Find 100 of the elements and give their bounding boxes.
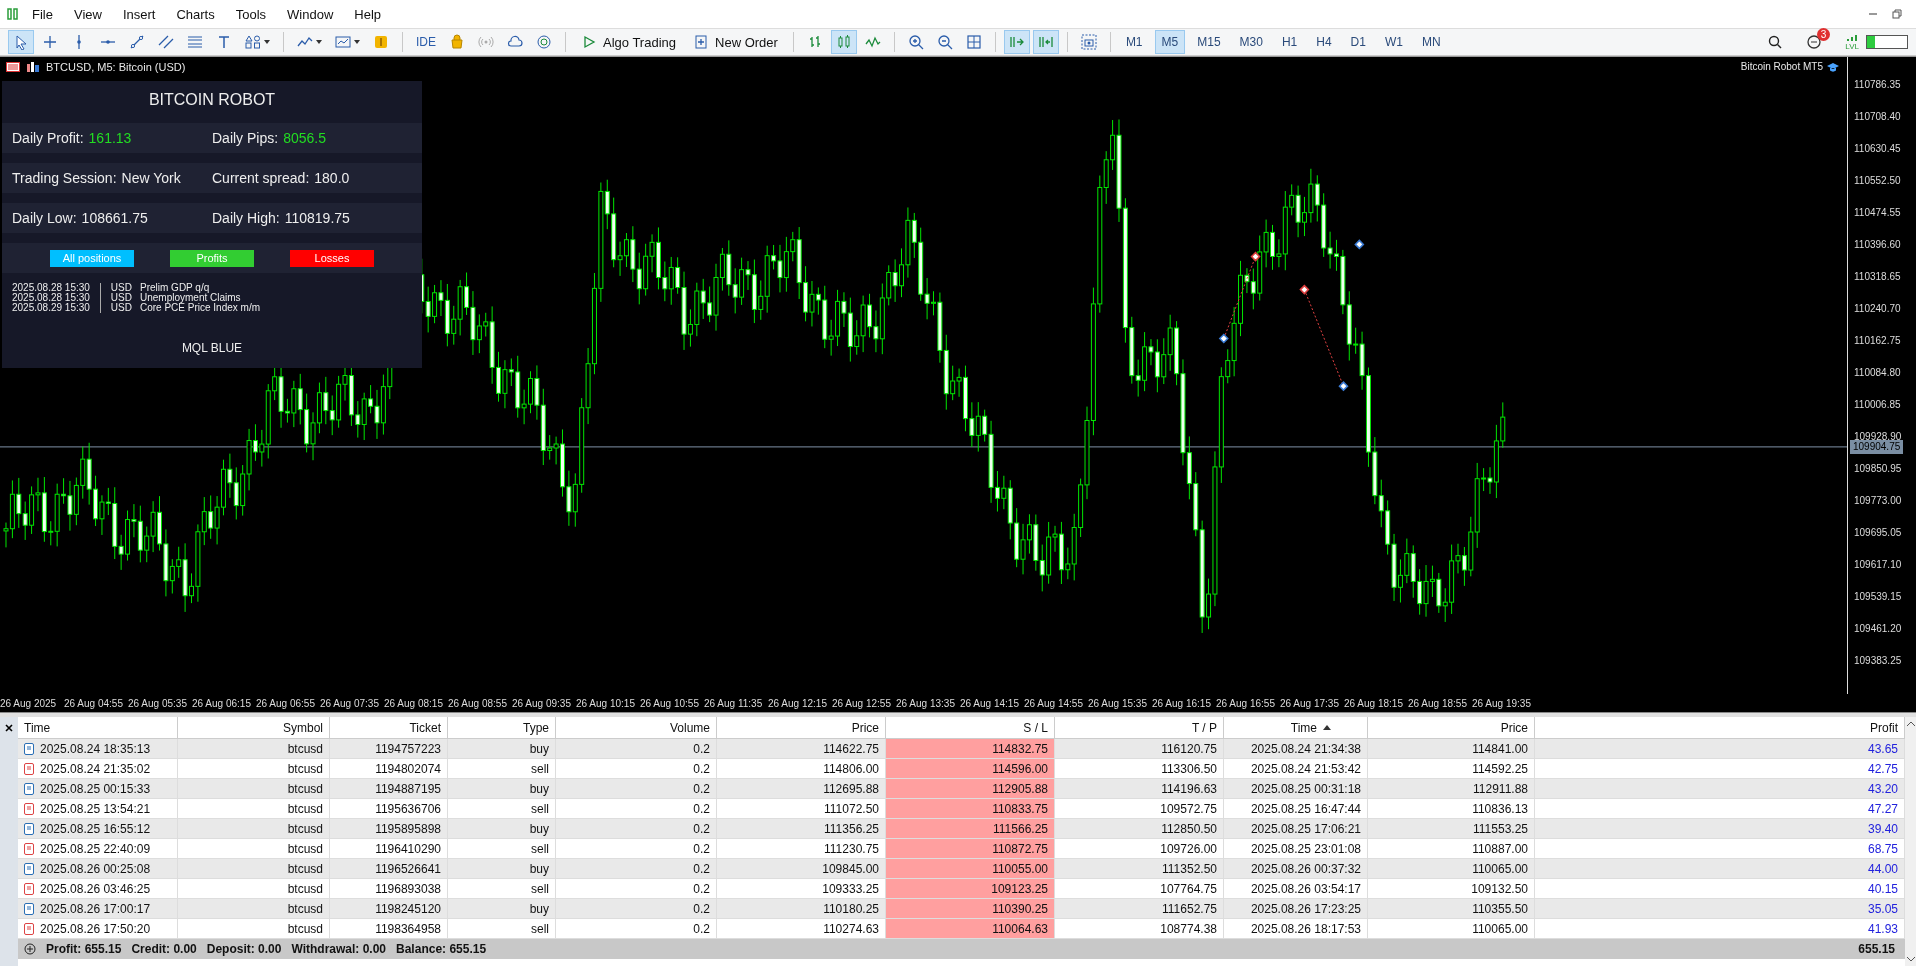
table-row[interactable]: 2025.08.26 17:00:17 btcusd 1198245120 buy 0.2 110180.25 110390.25 111652.75 2025.08.26 17:23:25 110355.50 35.05 [18,899,1905,919]
summary-item: Deposit: 0.00 [206,942,282,956]
close-icon[interactable] [4,723,14,733]
order-icon [24,822,34,835]
price-label: 110318.65 [1853,270,1902,284]
table-cell: 1194757223 [330,739,448,759]
price-label: 110006.85 [1853,398,1902,412]
table-cell: 44.00 [1535,859,1905,879]
ide-button[interactable]: IDE [411,30,441,54]
table-cell: buy [448,859,556,879]
time-label: 26 Aug 16:55 [1216,697,1276,709]
price-label: 110240.70 [1853,302,1902,316]
time-label: 26 Aug 04:55 [64,697,124,709]
time-label: 26 Aug 11:35 [704,697,764,709]
menu-item[interactable]: Window [287,4,334,24]
time-label: 26 Aug 08:15 [384,697,444,709]
menu-item[interactable]: Charts [176,4,215,24]
table-cell: 114622.75 [717,739,886,759]
table-cell: 2025.08.24 21:34:38 [1224,739,1368,759]
table-cell: 2025.08.25 00:15:33 [40,781,151,796]
time-label: 26 Aug 14:15 [960,697,1020,709]
news-time: 2025.08.28 15:30 [12,283,90,293]
menu-item[interactable]: File [32,4,53,24]
table-cell: 2025.08.26 17:00:17 [40,901,151,916]
menu-item[interactable]: Insert [122,4,156,24]
timeframe-button[interactable]: M1 [1118,30,1150,54]
timeframe-button[interactable]: M15 [1190,30,1228,54]
shift-tool-icon[interactable] [1032,30,1059,54]
menu-item[interactable]: Help [354,4,382,24]
candles-tool-icon[interactable] [830,30,857,54]
info-label: Daily Low: [12,210,77,226]
table-cell: 2025.08.26 00:25:08 [40,861,151,876]
scroll-up-icon[interactable] [1906,721,1915,726]
table-cell: 0.2 [556,739,717,759]
timeframe-button[interactable]: MN [1414,30,1448,54]
table-cell: 110355.50 [1368,899,1535,919]
news-event: Core PCE Price Index m/m [140,303,261,313]
new-order-button[interactable]: New Order [686,30,785,54]
list-icon[interactable] [6,62,20,72]
table-row[interactable]: 2025.08.26 00:25:08 btcusd 1196526641 buy 0.2 109845.00 110055.00 111352.50 2025.08.26 00:37:32 110065.00 44.00 [18,859,1905,879]
table-row[interactable]: 2025.08.25 00:15:33 btcusd 1194887195 buy 0.2 112695.88 112905.88 114196.63 2025.08.25 00:31:18 112911.88 43.20 [18,779,1905,799]
menu-item[interactable]: Tools [235,4,267,24]
timeframe-button[interactable]: H4 [1309,30,1339,54]
table-cell: buy [448,779,556,799]
table-cell: 35.05 [1535,899,1905,919]
price-label: 110162.75 [1853,334,1902,348]
order-icon [24,802,34,815]
graduation-cap-icon [1827,61,1839,72]
table-row[interactable]: 2025.08.24 18:35:13 btcusd 1194757223 buy 0.2 114622.75 114832.75 116120.75 2025.08.24 21:34:38 114841.00 43.65 [18,739,1905,759]
table-cell: 111553.25 [1368,819,1535,839]
price-label: 110474.55 [1853,206,1902,220]
restore-icon[interactable] [1892,9,1902,19]
time-label: 26 Aug 13:35 [896,697,956,709]
filter-button[interactable]: Losses [290,249,374,267]
table-cell: 111566.25 [886,819,1055,839]
table-cell: 110390.25 [886,899,1055,919]
info-label: Current spread: [212,170,310,186]
table-cell: 43.20 [1535,779,1905,799]
panel-title: BITCOIN ROBOT [147,90,277,110]
timeframe-button[interactable]: D1 [1343,30,1373,54]
table-cell: 0.2 [556,899,717,919]
table-cell: 110064.63 [886,919,1055,939]
table-cell: 111352.50 [1055,859,1224,879]
timeframe-button[interactable]: W1 [1377,30,1410,54]
time-label: 26 Aug 10:15 [576,697,636,709]
time-label: 26 Aug 18:55 [1408,697,1468,709]
table-cell: 2025.08.26 03:46:25 [40,881,151,896]
table-cell: btcusd [178,819,330,839]
table-cell: buy [448,899,556,919]
scroll-down-icon[interactable] [1906,957,1915,962]
price-label: 109850.95 [1853,462,1903,476]
signal-icon [1846,33,1859,42]
time-label: 26 Aug 19:35 [1472,697,1532,709]
connection-meter [1866,35,1908,49]
table-cell: btcusd [178,899,330,919]
autoscroll-tool-icon[interactable] [1003,30,1030,54]
table-cell: 111356.25 [717,819,886,839]
chat-icon[interactable] [1806,34,1823,50]
time-label: 26 Aug 17:35 [1280,697,1340,709]
table-cell: 112850.50 [1055,819,1224,839]
info-label: Trading Session: [12,170,117,186]
cursor-tool-icon[interactable] [8,30,34,54]
timeframe-button[interactable]: H1 [1274,30,1305,54]
timeframe-button[interactable]: M30 [1232,30,1270,54]
menu-item[interactable]: View [73,4,102,24]
price-label: 109461.20 [1853,622,1903,636]
timeframe-button[interactable]: M5 [1154,30,1186,54]
info-value: New York [121,170,181,186]
order-icon [24,922,34,935]
info-label: Daily High: [212,210,280,226]
table-cell: btcusd [178,739,330,759]
expert-name: Bitcoin Robot MT5 [1740,61,1823,72]
algo-trading-button[interactable]: Algo Trading [574,30,683,54]
expand-icon[interactable] [24,943,36,955]
chart-title: BTCUSD, M5: Bitcoin (USD) [46,61,186,73]
table-row[interactable]: 2025.08.25 16:55:12 btcusd 1195895898 buy 0.2 111356.25 111566.25 112850.50 2025.08.25 17:06:21 111553.25 39.40 [18,819,1905,839]
chart-type-icon[interactable] [26,62,40,72]
table-cell: 0.2 [556,819,717,839]
search-icon[interactable] [1767,34,1784,50]
table-cell: 2025.08.25 22:40:09 [40,841,151,856]
